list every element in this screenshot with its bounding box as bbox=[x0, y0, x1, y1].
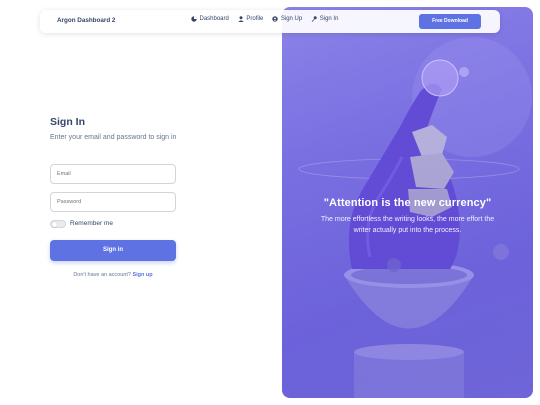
key-icon bbox=[311, 16, 317, 22]
nav-links: Dashboard Profile Sign Up Sign In bbox=[191, 16, 347, 22]
remember-me-label[interactable]: Remember me bbox=[70, 220, 113, 227]
navbar: Argon Dashboard 2 Dashboard Profile Sign… bbox=[40, 10, 500, 33]
nav-dashboard[interactable]: Dashboard bbox=[191, 16, 229, 22]
dashboard-icon bbox=[191, 16, 197, 22]
signup-prompt-row: Don't have an account? Sign up bbox=[50, 272, 176, 278]
nav-profile[interactable]: Profile bbox=[238, 16, 264, 22]
nav-signup[interactable]: Sign Up bbox=[272, 16, 302, 22]
password-field[interactable] bbox=[50, 192, 176, 212]
nav-signin-label: Sign In bbox=[319, 16, 339, 22]
nav-profile-label: Profile bbox=[246, 16, 264, 22]
nav-signup-label: Sign Up bbox=[280, 16, 303, 22]
hero-subtext: The more effortless the writing looks, t… bbox=[320, 216, 495, 234]
page-subtitle: Enter your email and password to sign in bbox=[50, 134, 177, 141]
brand-link[interactable]: Argon Dashboard 2 bbox=[57, 17, 115, 24]
hero-panel: "Attention is the new currency" The more… bbox=[282, 7, 533, 398]
user-icon bbox=[238, 16, 244, 22]
signup-prompt-text: Don't have an account? bbox=[73, 272, 131, 278]
email-field[interactable] bbox=[50, 164, 176, 184]
user-circle-icon bbox=[272, 16, 279, 22]
nav-dashboard-label: Dashboard bbox=[199, 16, 229, 22]
hero-quote: "Attention is the new currency" bbox=[323, 197, 492, 209]
sign-up-link[interactable]: Sign up bbox=[132, 272, 152, 278]
page-title: Sign In bbox=[50, 116, 85, 128]
sign-in-button[interactable]: Sign in bbox=[50, 240, 176, 261]
toggle-knob bbox=[52, 222, 57, 227]
free-download-button[interactable]: Free Download bbox=[419, 14, 481, 29]
remember-me-toggle[interactable] bbox=[50, 220, 66, 228]
nav-signin[interactable]: Sign In bbox=[311, 16, 338, 22]
